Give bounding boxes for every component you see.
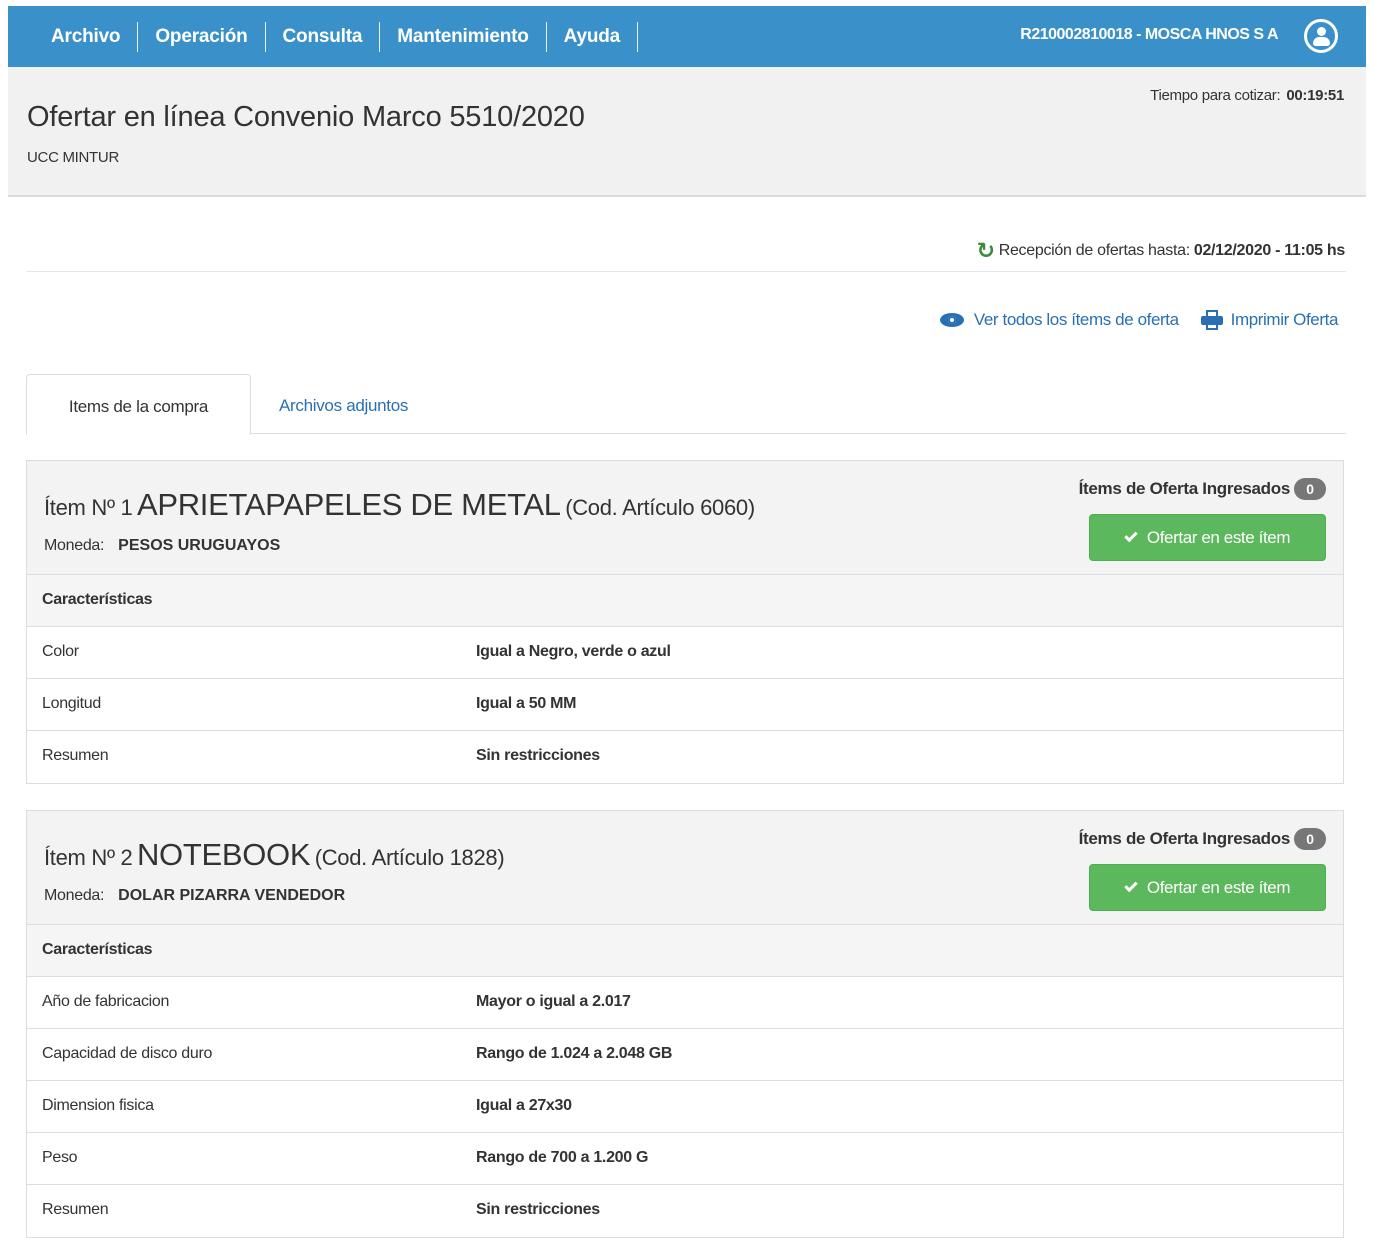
page-subtitle: UCC MINTUR [27,149,119,166]
characteristic-value: Rango de 1.024 a 2.048 GB [476,1045,673,1062]
print-offer-label: Imprimir Oferta [1230,310,1339,329]
tab-bar: Items de la compra Archivos adjuntos [26,374,1346,435]
menu-consulta[interactable]: Consulta [266,26,380,48]
tab-items-de-la-compra[interactable]: Items de la compra [26,374,251,435]
characteristic-value: Igual a Negro, verde o azul [476,643,671,660]
offer-on-item-label: Ofertar en este ítem [1146,527,1291,547]
item-panel: Ítem Nº 1 APRIETAPAPELES DE METAL (Cod. … [26,460,1344,784]
view-all-items-label: Ver todos los ítems de oferta [973,310,1179,329]
characteristic-value: Mayor o igual a 2.017 [476,993,631,1010]
user-circle-icon[interactable] [1304,19,1338,53]
main-menu: Archivo Operación Consulta Mantenimiento… [34,6,639,67]
characteristic-value: Sin restricciones [476,1201,600,1218]
characteristic-name: Dimension fisica [42,1097,154,1114]
quote-timer: Tiempo para cotizar: 00:19:51 [1150,87,1344,104]
characteristic-name: Peso [42,1149,78,1166]
menu-archivo[interactable]: Archivo [34,26,137,48]
characteristics-header: Características [27,925,1343,977]
characteristic-row: Peso Rango de 700 a 1.200 G [27,1133,1343,1185]
view-all-items-link[interactable]: Ver todos los ítems de oferta [939,310,1179,330]
divider [26,271,1346,272]
characteristic-row: Capacidad de disco duro Rango de 1.024 a… [27,1029,1343,1081]
characteristics-title: Características [42,591,153,608]
action-links: Ver todos los ítems de oferta Imprimir O… [939,310,1339,330]
item-panel-header: Ítem Nº 2 NOTEBOOK (Cod. Artículo 1828) … [27,811,1343,925]
item-code: (Cod. Artículo 6060) [565,495,755,520]
characteristics-title: Características [42,941,153,958]
characteristic-value: Igual a 50 MM [476,695,577,712]
item-currency: Moneda: DOLAR PIZARRA VENDEDOR [44,887,345,905]
item-panel-header: Ítem Nº 1 APRIETAPAPELES DE METAL (Cod. … [27,461,1343,575]
menu-mantenimiento[interactable]: Mantenimiento [380,26,545,48]
check-icon [1124,878,1138,893]
characteristic-name: Color [42,643,79,660]
characteristic-name: Año de fabricacion [42,993,170,1010]
characteristic-value: Rango de 700 a 1.200 G [476,1149,649,1166]
eye-icon [939,313,964,327]
menu-ayuda[interactable]: Ayuda [547,26,637,48]
item-panel: Ítem Nº 2 NOTEBOOK (Cod. Artículo 1828) … [26,810,1344,1238]
characteristic-row: Resumen Sin restricciones [27,1185,1343,1237]
characteristic-value: Igual a 27x30 [476,1097,572,1114]
offer-items-count-badge: 0 [1294,828,1326,850]
offer-items-entered-label: Ítems de Oferta Ingresados [1078,829,1291,848]
item-name: NOTEBOOK [136,837,311,872]
characteristic-name: Resumen [42,1201,109,1218]
offer-items-entered-label: Ítems de Oferta Ingresados [1078,479,1291,498]
offer-items-entered: Ítems de Oferta Ingresados 0 [1079,828,1326,850]
print-offer-link[interactable]: Imprimir Oferta [1200,310,1339,330]
item-title: Ítem Nº 1 APRIETAPAPELES DE METAL (Cod. … [44,487,755,523]
reception-deadline: ↻ Recepción de ofertas hasta: 02/12/2020 … [976,238,1346,263]
currency-label: Moneda: [44,887,105,904]
item-code: (Cod. Artículo 1828) [314,845,505,870]
characteristic-row: Dimension fisica Igual a 27x30 [27,1081,1343,1133]
check-icon [1124,528,1138,543]
refresh-icon: ↻ [976,238,995,263]
characteristic-value: Sin restricciones [476,747,600,764]
offer-on-item-button[interactable]: Ofertar en este ítem [1089,514,1326,561]
offer-on-item-button[interactable]: Ofertar en este ítem [1089,864,1326,911]
characteristic-name: Capacidad de disco duro [42,1045,213,1062]
characteristic-name: Longitud [42,695,101,712]
top-navbar: Archivo Operación Consulta Mantenimiento… [8,6,1366,67]
currency-label: Moneda: [44,537,105,554]
offer-items-entered: Ítems de Oferta Ingresados 0 [1079,478,1326,500]
offer-items-count-badge: 0 [1294,478,1326,500]
characteristic-row: Año de fabricacion Mayor o igual a 2.017 [27,977,1343,1029]
printer-icon [1200,310,1223,330]
page-title: Ofertar en línea Convenio Marco 5510/202… [27,101,585,133]
characteristic-row: Resumen Sin restricciones [27,731,1343,783]
currency-value: DOLAR PIZARRA VENDEDOR [118,887,346,904]
currency-value: PESOS URUGUAYOS [118,537,281,554]
characteristic-row: Color Igual a Negro, verde o azul [27,627,1343,679]
user-name[interactable]: R210002810018 - MOSCA HNOS S A [1020,26,1278,44]
characteristics-header: Características [27,575,1343,627]
item-number: Ítem Nº 1 [44,495,133,520]
item-currency: Moneda: PESOS URUGUAYOS [44,537,280,555]
reception-value: 02/12/2020 - 11:05 hs [1193,242,1345,259]
menu-operacion[interactable]: Operación [138,26,264,48]
menu-divider [637,21,639,52]
item-title: Ítem Nº 2 NOTEBOOK (Cod. Artículo 1828) [44,837,505,873]
characteristic-row: Longitud Igual a 50 MM [27,679,1343,731]
offer-on-item-label: Ofertar en este ítem [1146,877,1291,897]
reception-label: Recepción de ofertas hasta: [998,242,1190,259]
quote-timer-label: Tiempo para cotizar: [1150,87,1281,104]
page-header: Tiempo para cotizar: 00:19:51 Ofertar en … [8,67,1366,197]
tab-archivos-adjuntos[interactable]: Archivos adjuntos [279,374,408,435]
quote-timer-value: 00:19:51 [1286,87,1344,104]
item-name: APRIETAPAPELES DE METAL [136,487,561,522]
characteristic-name: Resumen [42,747,109,764]
item-number: Ítem Nº 2 [44,845,133,870]
